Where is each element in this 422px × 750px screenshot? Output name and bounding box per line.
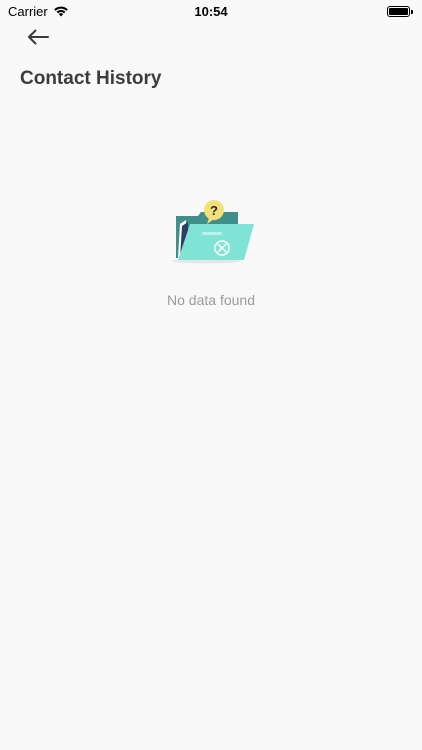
status-time: 10:54 (194, 3, 228, 19)
arrow-left-icon (28, 29, 49, 45)
status-bar: Carrier 10:54 (0, 0, 422, 22)
wifi-icon (53, 6, 68, 17)
battery-icon (387, 5, 413, 17)
empty-state: ? No data found (0, 196, 422, 308)
status-left: Carrier (8, 4, 69, 19)
empty-state-message: No data found (167, 292, 255, 308)
empty-folder-icon: ? (172, 200, 254, 264)
svg-text:?: ? (210, 203, 218, 218)
carrier-label: Carrier (8, 3, 48, 19)
back-button[interactable] (22, 23, 54, 51)
page-title: Contact History (20, 68, 162, 89)
